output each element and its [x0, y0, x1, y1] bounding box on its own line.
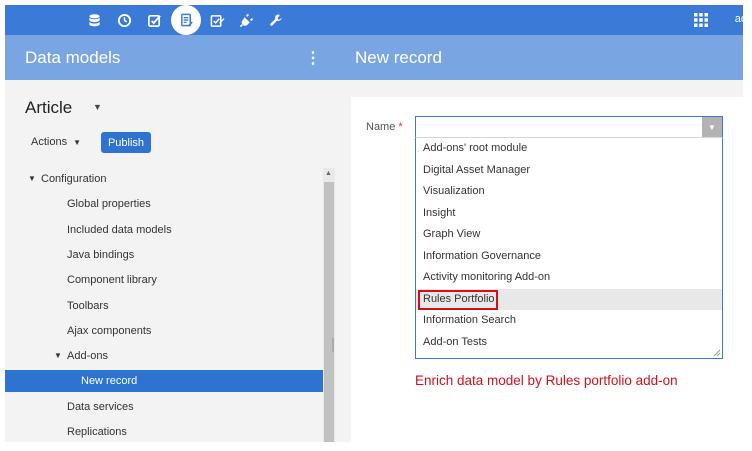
clock-icon[interactable] — [111, 5, 137, 35]
record-form: Name * ▼ Add-on Tests Information Search R… — [351, 97, 743, 442]
tree-item[interactable]: Ajax components — [5, 320, 323, 342]
record-header: New record — [335, 35, 743, 80]
apps-grid-icon[interactable] — [693, 12, 709, 28]
database-icon[interactable] — [81, 5, 107, 35]
wrench-icon[interactable] — [262, 5, 288, 35]
data-model-icon[interactable] — [171, 5, 201, 35]
tree-item-label: Java bindings — [67, 248, 135, 261]
panel-splitter-handle[interactable] — [332, 338, 334, 352]
tree-item-label: Included data models — [67, 223, 172, 236]
dropdown-option[interactable]: Visualization — [416, 181, 722, 203]
tree-item-label: Toolbars — [67, 299, 109, 312]
tree-item[interactable]: New record — [5, 370, 323, 393]
publish-button[interactable]: Publish — [101, 132, 151, 153]
actions-label: Actions — [31, 136, 68, 148]
highlight-box — [418, 290, 498, 310]
dropdown-option[interactable]: Activity monitoring Add-on — [416, 267, 722, 289]
dropdown-option[interactable]: Add-on Tests — [416, 332, 722, 354]
scrollbar-thumb[interactable] — [324, 182, 334, 442]
actions-menu-button[interactable]: Actions ▼ — [31, 136, 81, 148]
dropdown-option[interactable]: Graph View — [416, 224, 722, 246]
kebab-menu-icon[interactable]: ⋮ — [305, 48, 321, 68]
tree-item-label: Global properties — [67, 198, 151, 211]
tree-scrollbar[interactable]: ▲ — [323, 168, 335, 442]
navigation-panel: Article ▼ Actions ▼ Publish ▼ Configurati… — [5, 80, 335, 442]
edit-check-icon[interactable] — [204, 5, 230, 35]
name-combobox[interactable]: ▼ — [415, 116, 723, 138]
tree-item-label: New record — [81, 375, 138, 388]
dropdown-option[interactable]: Information Search — [416, 310, 722, 332]
name-field-label: Name * — [366, 121, 403, 133]
data-model-name[interactable]: Article — [25, 98, 72, 118]
dropdown-option[interactable]: Information Governance — [416, 246, 722, 268]
scroll-up-icon[interactable]: ▲ — [325, 170, 332, 177]
caret-down-icon[interactable]: ▼ — [54, 345, 62, 367]
tree-item[interactable]: Global properties — [5, 193, 323, 215]
tree-item-label: Replications — [67, 426, 127, 438]
tree-item[interactable]: Toolbars — [5, 295, 323, 317]
tree-item-label: Configuration — [41, 173, 107, 185]
tree-item[interactable]: Component library — [5, 269, 323, 291]
chevron-down-icon: ▼ — [73, 138, 82, 147]
tree-item-label: Data services — [67, 400, 134, 413]
top-toolbar: ad — [5, 5, 743, 35]
tree-item-label: Add-ons — [67, 350, 108, 363]
name-options-list[interactable]: Add-on Tests Information Search Rules Port… — [415, 137, 723, 359]
dropdown-toggle-button[interactable]: ▼ — [702, 117, 722, 137]
tree-item[interactable]: ▼ Configuration — [5, 168, 323, 190]
data-models-title: Data models — [25, 48, 121, 67]
tree-item[interactable]: Java bindings — [5, 244, 323, 266]
checkbox-icon[interactable] — [141, 5, 167, 35]
resize-grip-icon[interactable] — [713, 349, 721, 357]
model-tree: ▼ Configuration Global properties Included … — [5, 168, 323, 442]
tree-item[interactable]: Included data models — [5, 219, 323, 241]
dropdown-option[interactable]: Insight — [416, 203, 722, 225]
user-menu[interactable]: ad — [735, 13, 743, 25]
plug-icon[interactable] — [233, 5, 259, 35]
tree-item[interactable]: Data services — [5, 396, 323, 418]
caret-down-icon[interactable]: ▼ — [28, 168, 36, 190]
dropdown-option[interactable]: Digital Asset Manager — [416, 160, 722, 182]
tree-item-label: Component library — [67, 274, 157, 287]
app-window: ad Data models ⋮ New record Article ▼ Ac… — [5, 5, 743, 442]
tree-item[interactable]: Replications — [5, 421, 323, 442]
required-marker: * — [398, 121, 403, 133]
tree-item[interactable]: ▼ Add-ons — [5, 345, 323, 367]
tree-item-label: Ajax components — [67, 324, 152, 337]
data-models-header: Data models ⋮ — [5, 35, 335, 80]
annotation-caption: Enrich data model by Rules portfolio add… — [415, 373, 678, 388]
dropdown-option[interactable]: Add-ons' root module — [416, 138, 722, 160]
chevron-down-icon: ▼ — [708, 122, 716, 132]
name-label-text: Name — [366, 121, 396, 133]
chevron-down-icon[interactable]: ▼ — [93, 102, 102, 112]
record-title: New record — [355, 48, 442, 67]
